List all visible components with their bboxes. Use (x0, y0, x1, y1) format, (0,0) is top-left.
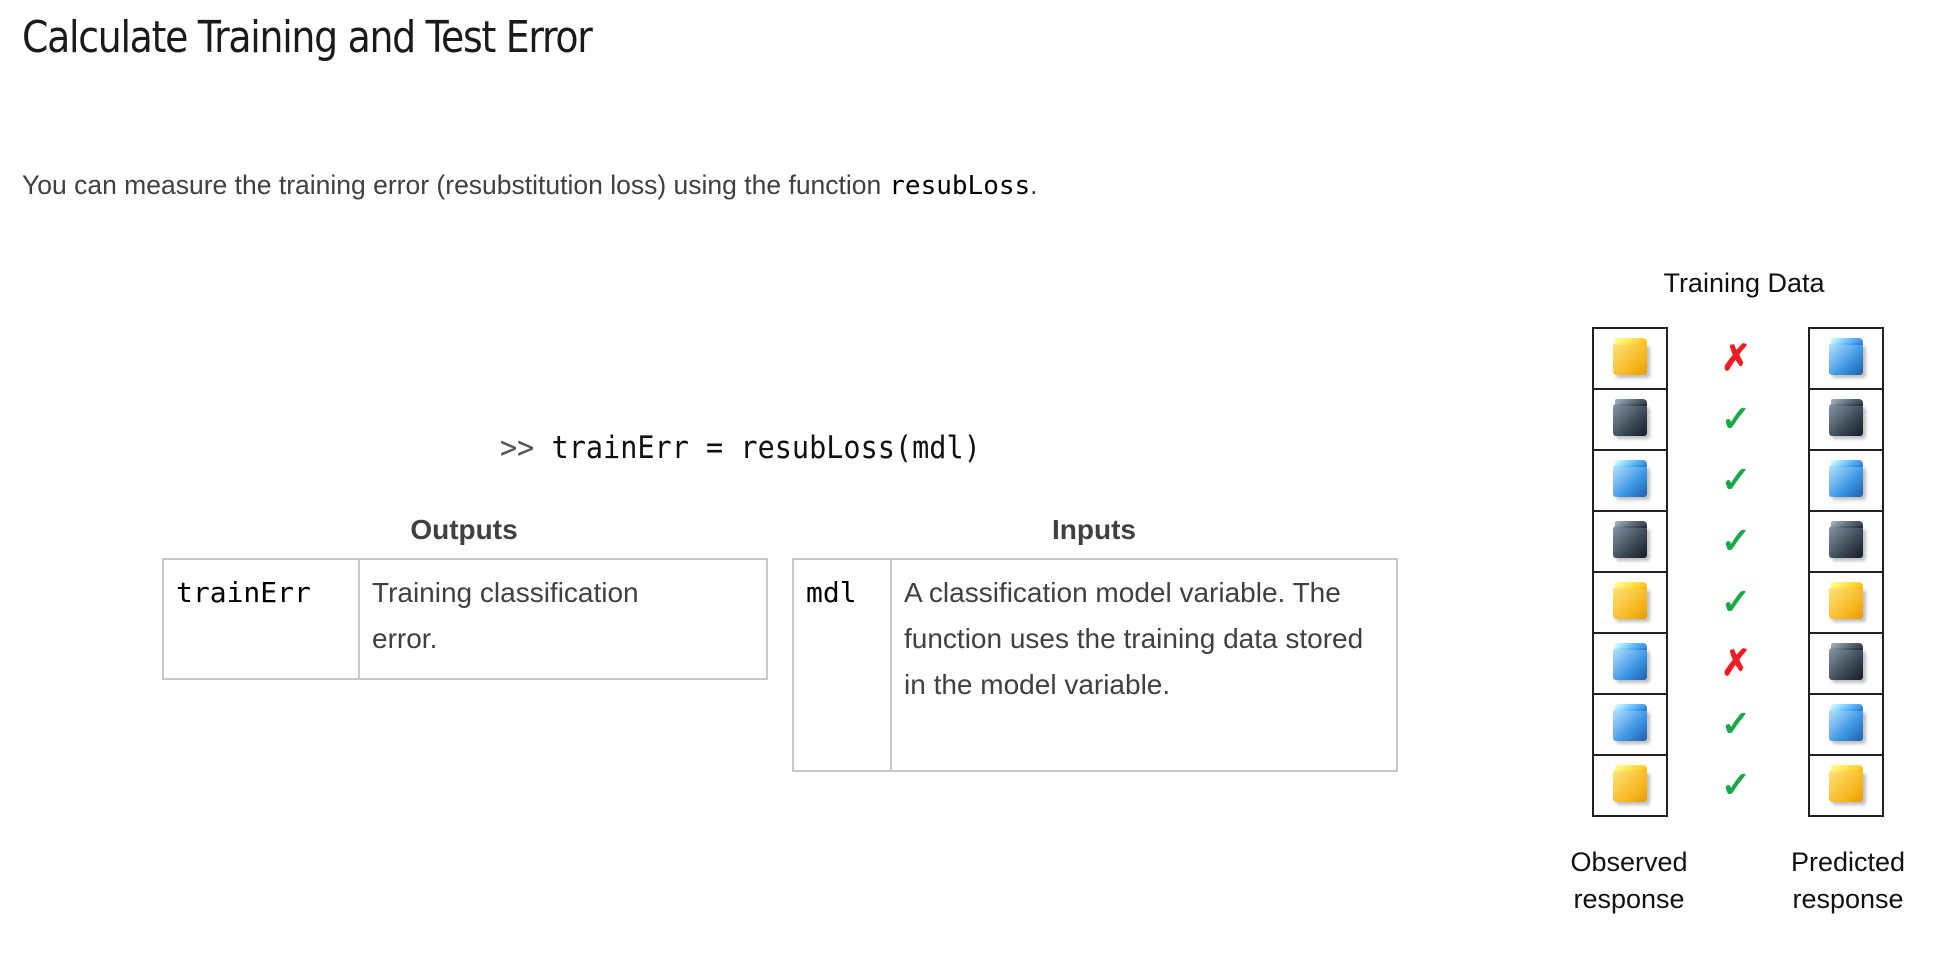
outputs-table: trainErr Training classification error. (162, 558, 768, 680)
outputs-heading: Outputs (410, 514, 518, 545)
output-description: Training classification error. (358, 558, 768, 680)
intro-end: . (1030, 170, 1038, 200)
cube-cell (1594, 756, 1666, 815)
yellow-cube-icon (1613, 343, 1647, 375)
check-icon: ✓ (1720, 703, 1752, 744)
input-description: A classification model variable. The fun… (890, 558, 1398, 772)
figure-title: Training Data (1663, 268, 1825, 298)
cube-cell (1810, 451, 1882, 512)
predicted-label-line2: response (1792, 884, 1904, 914)
cube-cell (1594, 329, 1666, 390)
yellow-cube-icon (1613, 770, 1647, 802)
check-icon: ✓ (1720, 459, 1752, 500)
check-icon: ✓ (1720, 581, 1752, 622)
observed-label: Observed response (1539, 844, 1719, 918)
observed-label-line1: Observed (1570, 847, 1688, 877)
blue-cube-icon (1829, 709, 1863, 741)
dark-cube-icon (1829, 648, 1863, 680)
dark-cube-icon (1829, 404, 1863, 436)
table-row: trainErr Training classification error. (162, 558, 768, 680)
page-title: Calculate Training and Test Error (22, 12, 593, 63)
yellow-cube-icon (1613, 587, 1647, 619)
cube-cell (1810, 695, 1882, 756)
cube-cell (1594, 634, 1666, 695)
intro-paragraph: You can measure the training error (resu… (22, 170, 1038, 201)
observed-label-line2: response (1573, 884, 1685, 914)
dark-cube-icon (1829, 526, 1863, 558)
cube-cell (1594, 390, 1666, 451)
predicted-label-line1: Predicted (1790, 847, 1906, 877)
dark-cube-icon (1613, 404, 1647, 436)
command-code: trainErr = resubLoss(mdl) (551, 430, 981, 466)
table-row: mdl A classification model variable. The… (792, 558, 1398, 772)
check-icon: ✓ (1720, 520, 1752, 561)
cube-cell (1810, 573, 1882, 634)
blue-cube-icon (1829, 343, 1863, 375)
input-name: mdl (792, 558, 892, 772)
command-prompt: >> (500, 430, 535, 466)
cube-cell (1810, 390, 1882, 451)
cube-cell (1594, 695, 1666, 756)
check-icon: ✓ (1720, 764, 1752, 805)
blue-cube-icon (1829, 465, 1863, 497)
cube-cell (1810, 329, 1882, 390)
inputs-heading: Inputs (1052, 514, 1136, 545)
blue-cube-icon (1613, 709, 1647, 741)
function-name: resubLoss (889, 171, 1031, 201)
cross-icon: ✗ (1720, 337, 1752, 378)
yellow-cube-icon (1829, 587, 1863, 619)
intro-text: You can measure the training error (resu… (22, 170, 882, 200)
blue-cube-icon (1613, 648, 1647, 680)
observed-column (1592, 327, 1668, 817)
yellow-cube-icon (1829, 770, 1863, 802)
predicted-label: Predicted response (1758, 844, 1938, 918)
cube-cell (1810, 756, 1882, 815)
output-name: trainErr (162, 558, 360, 680)
cross-icon: ✗ (1720, 642, 1752, 683)
cube-cell (1810, 634, 1882, 695)
cube-cell (1810, 512, 1882, 573)
inputs-table: mdl A classification model variable. The… (792, 558, 1398, 772)
predicted-column (1808, 327, 1884, 817)
dark-cube-icon (1613, 526, 1647, 558)
cube-cell (1594, 573, 1666, 634)
check-icon: ✓ (1720, 398, 1752, 439)
cube-cell (1594, 512, 1666, 573)
command-line: >> trainErr = resubLoss(mdl) (500, 430, 981, 466)
cube-cell (1594, 451, 1666, 512)
blue-cube-icon (1613, 465, 1647, 497)
